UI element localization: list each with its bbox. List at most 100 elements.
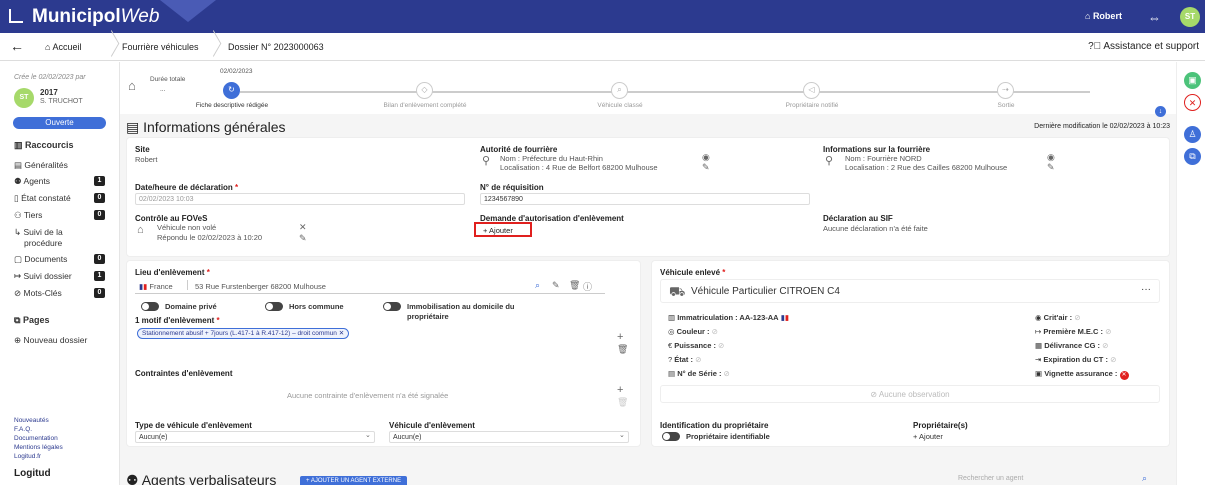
sidebar-item-suivi-dossier[interactable]: ↦ Suivi dossier xyxy=(14,271,72,282)
shortcuts-heading: ▥ Raccourcis xyxy=(14,140,74,150)
tag-icon: ⊘ xyxy=(14,288,22,298)
step-4-icon[interactable]: ◁ xyxy=(803,82,820,99)
user-menu[interactable]: ⌂ Robert xyxy=(1085,11,1122,21)
person-icon: ⚲ xyxy=(825,155,834,167)
vehicule-enlevement-label: Véhicule d'enlèvement xyxy=(389,421,475,430)
creator-year: 2017 xyxy=(40,88,58,97)
site-value: Robert xyxy=(135,155,158,164)
vehicle-header[interactable]: ⛟ Véhicule Particulier CITROEN C4 ··· xyxy=(660,279,1160,303)
declaration-date-input[interactable]: 02/02/2023 10:03 xyxy=(135,193,465,205)
pages-icon: ⧉ xyxy=(14,315,21,325)
add-document-icon[interactable]: ⧉ xyxy=(1184,148,1201,165)
chevron-down-icon: ⌄ xyxy=(365,432,371,439)
link-mentions[interactable]: Mentions légales xyxy=(14,444,63,451)
sidebar-item-generalites[interactable]: ▤ Généralités xyxy=(14,160,68,171)
sidebar-item-suivi-procedure[interactable]: ↳ Suivi de la procédure xyxy=(14,227,63,248)
link-documentation[interactable]: Documentation xyxy=(14,435,58,442)
sif-value: Aucune déclaration n'a été faite xyxy=(823,224,928,233)
empty-icon: ⊘ xyxy=(870,390,878,399)
sidebar-item-etat[interactable]: ▯ État constaté xyxy=(14,193,71,204)
proprietaire-add-button[interactable]: + Ajouter xyxy=(913,432,943,441)
step-5-icon[interactable]: ⇢ xyxy=(997,82,1014,99)
proprietaire-identifiable-toggle[interactable] xyxy=(662,432,680,441)
documents-count-badge: 0 xyxy=(94,254,105,264)
save-icon[interactable]: ▣ xyxy=(1184,72,1201,89)
user-avatar[interactable]: ST xyxy=(1180,7,1200,27)
more-options-icon[interactable]: ··· xyxy=(1141,284,1151,295)
step-3-icon[interactable]: ⌕ xyxy=(611,82,628,99)
domaine-prive-toggle[interactable] xyxy=(141,302,159,311)
edit-icon[interactable]: ✎ xyxy=(1047,162,1055,173)
main-content: ⌂ Durée totale ... 02/02/2023 ↻ Fiche de… xyxy=(120,62,1176,485)
sidebar-item-documents[interactable]: ▢ Documents xyxy=(14,254,67,265)
brand-chevron-decoration xyxy=(160,0,216,22)
breadcrumb-fourriere[interactable]: Fourrière véhicules xyxy=(122,42,199,52)
cancel-icon[interactable]: ✕ xyxy=(1184,94,1201,111)
pages-link[interactable]: ⧉ Pages xyxy=(14,315,49,326)
scroll-down-icon[interactable]: ↓ xyxy=(1155,106,1166,117)
puissance-field: € Puissance : ⊘ xyxy=(668,341,725,350)
breadcrumb-dossier[interactable]: Dossier N° 2023000063 xyxy=(228,42,324,52)
edit-icon[interactable]: ✎ xyxy=(552,280,560,291)
plate-icon: ▥ xyxy=(668,313,676,322)
vehicule-enlevement-select[interactable]: Aucun(e) xyxy=(389,431,629,443)
etat-count-badge: 0 xyxy=(94,193,105,203)
card-icon: ▤ xyxy=(668,369,676,378)
add-user-icon[interactable]: ♙ xyxy=(1184,126,1201,143)
agents-count-badge: 1 xyxy=(94,176,105,186)
calendar-icon: ▦ xyxy=(1035,341,1043,350)
step-2-icon[interactable]: ◇ xyxy=(416,82,433,99)
sidebar-item-agents[interactable]: ⚉ Agents xyxy=(14,176,50,187)
brand-logo[interactable]: MunicipolWeb xyxy=(32,6,159,28)
info-icon[interactable]: ⓘ xyxy=(583,280,592,293)
cg-field: ▦ Délivrance CG : ⊘ xyxy=(1035,341,1109,350)
link-logitud[interactable]: Logitud.fr xyxy=(14,453,41,460)
step-1-icon[interactable]: ↻ xyxy=(223,82,240,99)
requisition-input[interactable]: 1234567890 xyxy=(480,193,810,205)
status-badge[interactable]: Ouverte xyxy=(13,117,106,129)
back-button[interactable]: ← xyxy=(10,38,24,54)
sidebar-item-tiers[interactable]: ⚇ Tiers xyxy=(14,210,42,221)
delete-icon[interactable]: 🗑 xyxy=(617,397,628,408)
edit-icon[interactable]: ✎ xyxy=(299,233,307,244)
motif-chip[interactable]: Stationnement abusif + 7jours (L.417-1 à… xyxy=(137,328,350,339)
foves-date: Répondu le 02/02/2023 à 10:20 xyxy=(157,233,263,242)
sidebar-item-mots-cles[interactable]: ⊘ Mots-Clés xyxy=(14,288,62,299)
add-icon[interactable]: + xyxy=(617,331,623,343)
question-icon: ? xyxy=(668,355,673,364)
agent-search-input[interactable]: Rechercher un agent xyxy=(958,475,1158,482)
delete-icon[interactable]: 🗑 xyxy=(569,280,580,291)
motif-label: 1 motif d'enlèvement * xyxy=(135,316,220,325)
vehicle-label: Véhicule enlevé * xyxy=(660,268,726,277)
delete-icon[interactable]: 🗑 xyxy=(617,344,628,355)
link-nouveautes[interactable]: Nouveautés xyxy=(14,417,49,424)
add-external-agent-button[interactable]: + AJOUTER UN AGENT EXTERNE xyxy=(300,476,408,485)
breadcrumb-home[interactable]: ⌂ Accueil xyxy=(45,42,81,52)
edit-icon[interactable]: ✎ xyxy=(702,162,710,173)
type-vehicule-select[interactable]: Aucun(e) xyxy=(135,431,375,443)
vehicle-name: Véhicule Particulier CITROEN C4 xyxy=(691,286,840,297)
breadcrumb: ← ⌂ Accueil Fourrière véhicules Dossier … xyxy=(0,33,1205,61)
add-icon[interactable]: + xyxy=(617,384,623,396)
close-icon[interactable]: ✕ xyxy=(339,330,344,337)
hors-commune-toggle[interactable] xyxy=(265,302,283,311)
display-icon[interactable]: ⇔ xyxy=(1148,10,1161,25)
immobilisation-label-2: propriétaire xyxy=(407,312,449,321)
lieu-card: Lieu d'enlèvement * ▮▮ France 53 Rue Fur… xyxy=(126,260,641,447)
help-link[interactable]: ?⃝ Assistance et support xyxy=(1088,41,1199,52)
foves-label: Contrôle au FOVeS xyxy=(135,214,208,223)
duration-value: ... xyxy=(160,86,166,93)
close-icon[interactable]: ✕ xyxy=(299,222,307,233)
search-icon[interactable]: ⌕ xyxy=(535,280,540,291)
immat-field: ▥ Immatriculation : AA-123-AA ▮▮ xyxy=(668,313,789,322)
search-icon[interactable]: ⌕ xyxy=(1142,473,1147,484)
address-input[interactable]: 53 Rue Furstenberger 68200 Mulhouse xyxy=(195,282,326,291)
car-icon: ⛟ xyxy=(669,284,686,299)
logitud-logo: Logitud xyxy=(14,468,51,479)
new-file-link[interactable]: ⊕ Nouveau dossier xyxy=(14,335,87,346)
immobilisation-toggle[interactable] xyxy=(383,302,401,311)
empty-icon: ⊘ xyxy=(695,355,702,364)
country-select[interactable]: ▮▮ France xyxy=(139,282,173,291)
link-faq[interactable]: F.A.Q. xyxy=(14,426,32,433)
person-icon: ⚲ xyxy=(482,155,491,167)
